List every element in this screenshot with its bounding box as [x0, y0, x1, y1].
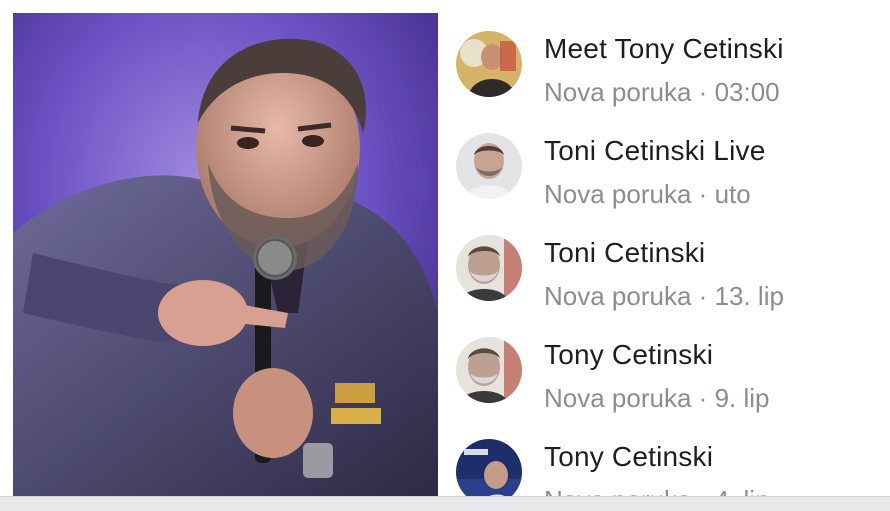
- avatar: [456, 337, 522, 403]
- meta-separator: ·: [698, 77, 708, 107]
- conversation-name: Toni Cetinski Live: [544, 135, 766, 166]
- meta-separator: ·: [699, 485, 708, 496]
- avatar: [456, 439, 522, 496]
- conversation-item[interactable]: Toni Cetinski Live Nova poruka · uto: [440, 121, 890, 211]
- conversation-item[interactable]: Toni Cetinski Nova poruka · 13. lip: [440, 223, 890, 313]
- avatar: [456, 133, 522, 199]
- conversation-time: uto: [714, 179, 751, 209]
- meta-separator: ·: [698, 179, 708, 209]
- meta-separator: ·: [698, 281, 708, 311]
- conversation-time: 03:00: [714, 77, 780, 107]
- conversation-status: Nova poruka: [544, 77, 692, 107]
- conversation-status: Nova poruka: [544, 179, 692, 209]
- conversation-item[interactable]: Meet Tony Cetinski Nova poruka · 03:00: [440, 19, 890, 109]
- conversation-status: Nova poruka: [544, 281, 692, 311]
- conversation-time: 4. lip: [715, 485, 770, 496]
- conversation-name: Tony Cetinski: [544, 339, 714, 370]
- conversation-meta: Nova poruka · 9. lip: [544, 383, 769, 414]
- conversation-name: Tony Cetinski: [544, 441, 714, 472]
- bottom-divider: [0, 496, 890, 511]
- conversation-name: Toni Cetinski: [544, 237, 706, 268]
- conversation-meta: Nova poruka · 4. lip: [544, 485, 769, 496]
- conversation-list: Meet Tony Cetinski Nova poruka · 03:00 T…: [440, 13, 890, 496]
- conversation-status: Nova poruka: [544, 485, 691, 496]
- conversation-time: 13. lip: [714, 281, 784, 311]
- conversation-time: 9. lip: [714, 383, 770, 413]
- meta-separator: ·: [698, 383, 708, 413]
- avatar: [456, 235, 522, 301]
- conversation-status: Nova poruka: [544, 383, 692, 413]
- conversation-item[interactable]: Tony Cetinski Nova poruka · 9. lip: [440, 325, 890, 415]
- singer-photo: [13, 13, 438, 496]
- avatar: [456, 31, 522, 97]
- conversation-meta: Nova poruka · uto: [544, 179, 751, 210]
- conversation-meta: Nova poruka · 13. lip: [544, 281, 784, 312]
- conversation-name: Meet Tony Cetinski: [544, 33, 784, 64]
- conversation-item[interactable]: Tony Cetinski Nova poruka · 4. lip: [440, 427, 890, 496]
- conversation-meta: Nova poruka · 03:00: [544, 77, 780, 108]
